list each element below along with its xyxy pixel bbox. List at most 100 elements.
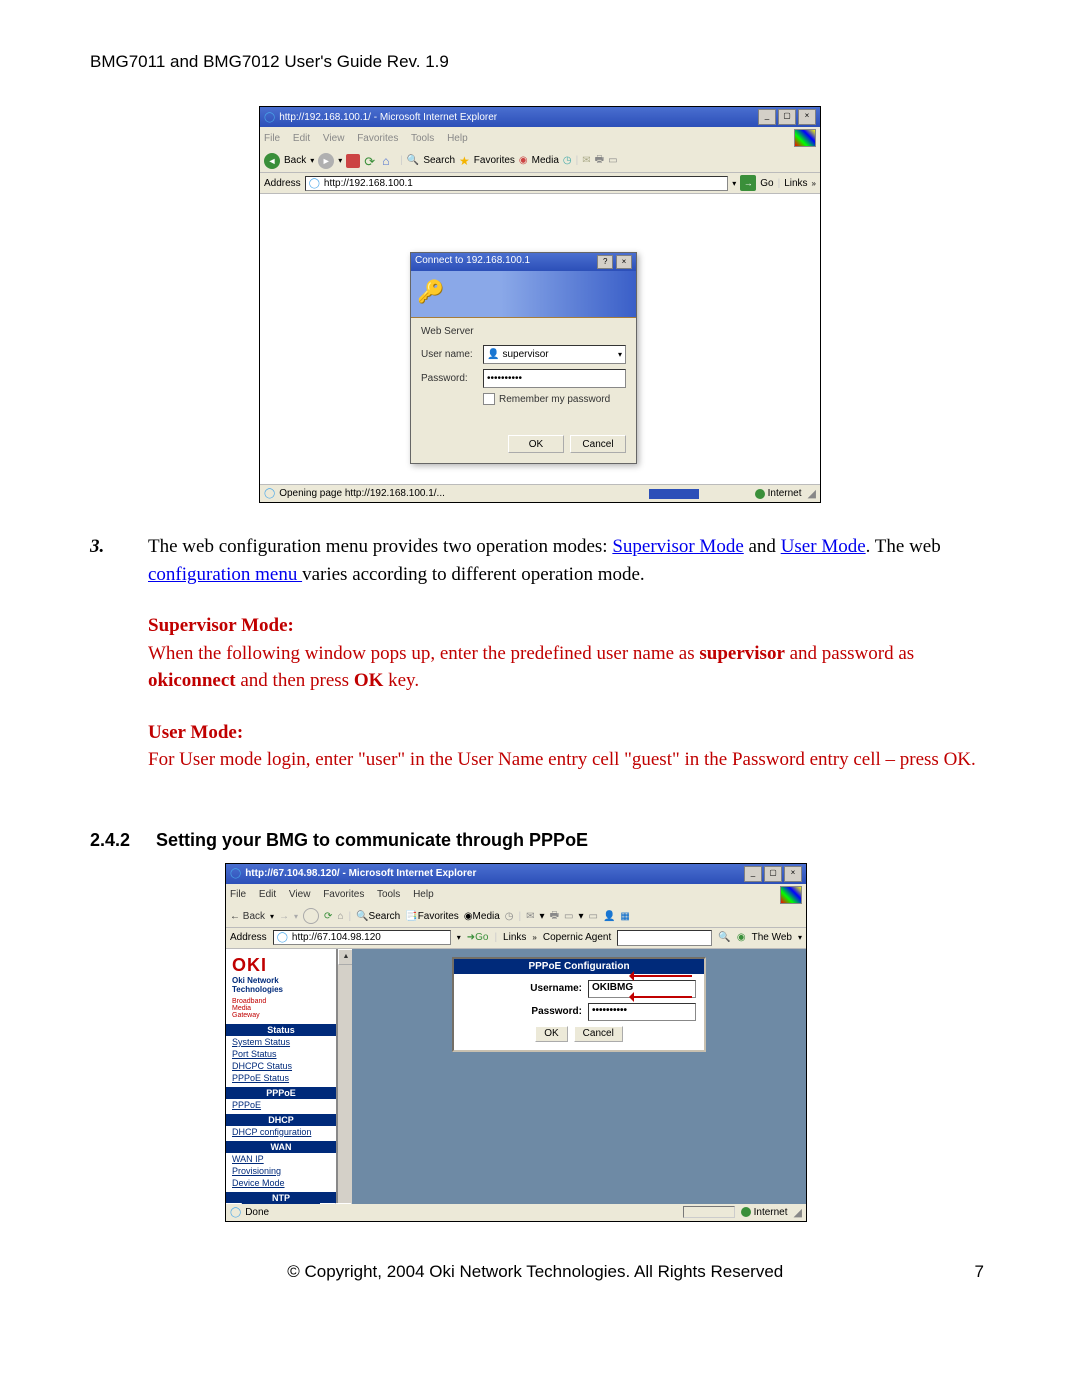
theweb-icon[interactable]: ◉ [737, 932, 746, 943]
sup-text-4: key. [383, 670, 419, 691]
forward-button[interactable]: ► [318, 153, 334, 169]
copernic-search-icon[interactable]: 🔍 [718, 932, 730, 943]
nav-pppoe-status[interactable]: PPPoE Status [226, 1072, 336, 1084]
remember-checkbox[interactable] [483, 393, 495, 405]
realplayer-icon[interactable]: ▦ [620, 911, 629, 922]
go-button[interactable]: → [740, 175, 756, 191]
search-icon[interactable]: 🔍 [407, 155, 419, 166]
menu-help[interactable]: Help [447, 133, 468, 144]
stop-button[interactable] [346, 154, 360, 168]
close-button[interactable]: × [784, 866, 802, 882]
search-button[interactable]: 🔍Search [356, 911, 400, 922]
links-label[interactable]: Links [784, 178, 807, 189]
forward-dropdown-icon[interactable]: ▾ [338, 156, 342, 165]
menu-tools[interactable]: Tools [411, 133, 434, 144]
back-button[interactable]: ← Back [230, 911, 265, 922]
menu-favorites[interactable]: Favorites [357, 133, 398, 144]
nav-pppoe[interactable]: PPPoE [226, 1099, 336, 1111]
go-button[interactable]: ➜Go [467, 932, 489, 943]
menu-tools[interactable]: Tools [377, 889, 400, 900]
history-icon[interactable]: ◷ [563, 155, 572, 166]
sidebar-scrollbar-vertical[interactable]: ▲ [337, 949, 352, 1204]
auth-ok-button[interactable]: OK [508, 435, 564, 453]
address-dropdown-icon[interactable]: ▾ [457, 933, 461, 942]
nav-wan-ip[interactable]: WAN IP [226, 1153, 336, 1165]
forward-dropdown-icon[interactable]: ▾ [294, 912, 298, 921]
pppoe-password-input[interactable]: •••••••••• [588, 1003, 696, 1021]
media-button[interactable]: ◉Media [464, 911, 500, 922]
messenger-icon[interactable]: 👤 [603, 911, 615, 922]
link-config-menu[interactable]: configuration menu [148, 564, 302, 585]
links-expand-icon[interactable]: » [812, 179, 816, 188]
home-button[interactable]: ⌂ [382, 154, 396, 168]
back-dropdown-icon[interactable]: ▾ [310, 156, 314, 165]
favorites-button[interactable]: 📑Favorites [405, 911, 459, 922]
minimize-button[interactable]: _ [758, 109, 776, 125]
history-icon[interactable]: ◷ [505, 911, 514, 922]
menu-view[interactable]: View [323, 133, 345, 144]
pppoe-ok-button[interactable]: OK [535, 1026, 567, 1042]
menu-file[interactable]: File [264, 133, 280, 144]
auth-cancel-button[interactable]: Cancel [570, 435, 626, 453]
stop-button[interactable] [303, 908, 319, 924]
address-dropdown-icon[interactable]: ▾ [732, 179, 736, 188]
print-icon[interactable]: 🖶 [595, 152, 604, 169]
screenshot-pppoe: ◯ http://67.104.98.120/ - Microsoft Inte… [225, 863, 807, 1222]
menu-edit[interactable]: Edit [293, 133, 310, 144]
back-dropdown-icon[interactable]: ▾ [270, 912, 274, 921]
link-supervisor-mode[interactable]: Supervisor Mode [612, 536, 743, 557]
menu-file[interactable]: File [230, 889, 246, 900]
nav-provisioning[interactable]: Provisioning [226, 1165, 336, 1177]
copernic-label[interactable]: Copernic Agent [543, 932, 611, 943]
favorites-label: Favorites [474, 155, 515, 166]
nav-system-status[interactable]: System Status [226, 1036, 336, 1048]
nav-dhcp-config[interactable]: DHCP configuration [226, 1126, 336, 1138]
back-button[interactable]: ◄ [264, 153, 280, 169]
refresh-button[interactable]: ⟳ [364, 154, 378, 168]
print-icon[interactable]: 🖶 [550, 908, 559, 925]
nav-device-mode[interactable]: Device Mode [226, 1177, 336, 1189]
discuss-icon[interactable]: ▭ [589, 911, 598, 922]
address-input[interactable]: ◯ http://192.168.100.1 [305, 176, 729, 191]
favorites-icon[interactable]: ★ [459, 154, 470, 168]
page-footer: © Copyright, 2004 Oki Network Technologi… [90, 1262, 990, 1282]
nav-port-status[interactable]: Port Status [226, 1048, 336, 1060]
auth-help-button[interactable]: ? [597, 255, 613, 269]
refresh-button[interactable]: ⟳ [324, 911, 332, 922]
link-user-mode[interactable]: User Mode [781, 536, 866, 557]
user-mode-text: For User mode login, enter "user" in the… [148, 746, 990, 774]
theweb-dropdown-icon[interactable]: ▾ [798, 933, 802, 942]
forward-button[interactable]: → [279, 911, 289, 922]
home-button[interactable]: ⌂ [337, 911, 343, 922]
resize-grip-icon[interactable]: ◢ [808, 487, 816, 500]
media-icon[interactable]: ◉ [519, 155, 528, 166]
links-expand-icon[interactable]: » [532, 933, 536, 942]
address-input[interactable]: ◯ http://67.104.98.120 [273, 930, 451, 945]
globe-icon [741, 1207, 751, 1217]
minimize-button[interactable]: _ [744, 866, 762, 882]
browser-viewport: Connect to 192.168.100.1 ? × 🔑 Web Serve… [260, 194, 820, 485]
edit-icon[interactable]: ▭ [608, 155, 617, 166]
maximize-button[interactable]: ▢ [764, 866, 782, 882]
menu-edit[interactable]: Edit [259, 889, 276, 900]
menu-help[interactable]: Help [413, 889, 434, 900]
copernic-input[interactable] [617, 930, 712, 946]
close-button[interactable]: × [798, 109, 816, 125]
menu-favorites[interactable]: Favorites [323, 889, 364, 900]
links-label[interactable]: Links [503, 932, 526, 943]
auth-close-button[interactable]: × [616, 255, 632, 269]
copyright-text: © Copyright, 2004 Oki Network Technologi… [287, 1262, 783, 1282]
auth-username-input[interactable]: 👤 supervisor ▾ [483, 345, 626, 364]
config-sidebar: OKI Oki Network Technologies Broadband M… [226, 949, 337, 1204]
maximize-button[interactable]: ▢ [778, 109, 796, 125]
username-dropdown-icon[interactable]: ▾ [618, 350, 622, 359]
resize-grip-icon[interactable]: ◢ [794, 1206, 802, 1219]
edit-icon[interactable]: ▭ [564, 911, 573, 922]
browser-statusbar: ◯ Opening page http://192.168.100.1/... … [260, 485, 820, 502]
auth-password-input[interactable]: •••••••••• [483, 369, 626, 388]
pppoe-cancel-button[interactable]: Cancel [574, 1026, 623, 1042]
menu-view[interactable]: View [289, 889, 311, 900]
nav-dhcpc-status[interactable]: DHCPC Status [226, 1060, 336, 1072]
mail-icon[interactable]: ✉ [582, 155, 590, 166]
mail-icon[interactable]: ✉ [526, 911, 534, 922]
